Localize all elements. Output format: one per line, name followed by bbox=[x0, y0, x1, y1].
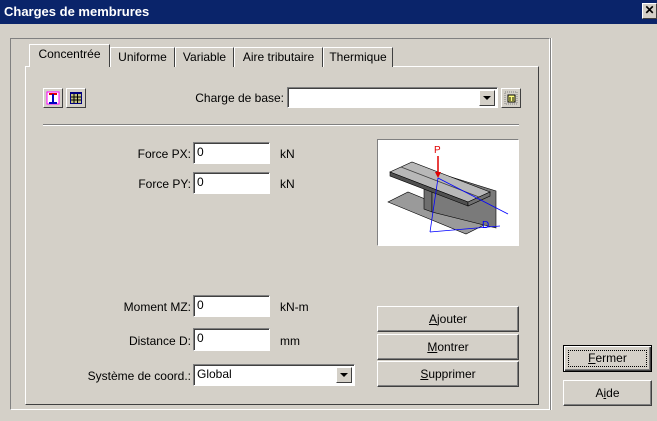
tab-label: Aire tributaire bbox=[242, 50, 315, 64]
close-icon: ✕ bbox=[644, 3, 655, 17]
btn-text: upprimer bbox=[428, 367, 476, 381]
force-px-value: 0 bbox=[197, 145, 204, 159]
chevron-down-icon bbox=[483, 96, 491, 100]
distance-d-unit: mm bbox=[280, 334, 300, 348]
base-load-select[interactable] bbox=[287, 87, 498, 108]
dropdown-arrow[interactable] bbox=[336, 367, 352, 383]
moment-mz-value: 0 bbox=[197, 298, 204, 312]
moment-mz-label: Moment MZ: bbox=[123, 300, 191, 314]
vertical-separator bbox=[550, 38, 552, 410]
diagram-d-label: D bbox=[482, 220, 489, 231]
dropdown-arrow[interactable] bbox=[479, 90, 495, 106]
diagram-p-label: P bbox=[434, 145, 441, 156]
btn-text: M bbox=[427, 340, 438, 354]
tab-aire-tributaire[interactable]: Aire tributaire bbox=[234, 47, 323, 67]
pattern-icon bbox=[504, 91, 518, 105]
force-py-value: 0 bbox=[197, 175, 204, 189]
moment-mz-unit: kN-m bbox=[280, 300, 309, 314]
force-px-input[interactable]: 0 bbox=[193, 142, 270, 164]
supprimer-button[interactable]: Supprimer bbox=[377, 361, 519, 387]
tab-concentree[interactable]: Concentrée bbox=[29, 44, 110, 67]
tab-label: Thermique bbox=[329, 50, 387, 64]
close-button[interactable]: ✕ bbox=[642, 3, 657, 19]
coord-system-value: Global bbox=[197, 367, 232, 381]
tab-label: Uniforme bbox=[118, 50, 167, 64]
window-title: Charges de membrures bbox=[4, 4, 150, 19]
force-px-label: Force PX: bbox=[137, 147, 191, 161]
force-py-unit: kN bbox=[280, 177, 295, 191]
table-button[interactable] bbox=[66, 88, 86, 108]
moment-mz-input[interactable]: 0 bbox=[193, 295, 270, 317]
tab-thermique[interactable]: Thermique bbox=[323, 47, 393, 67]
tab-label: Variable bbox=[182, 50, 227, 64]
divider bbox=[43, 124, 519, 126]
force-py-input[interactable]: 0 bbox=[193, 172, 270, 194]
table-icon bbox=[70, 92, 82, 104]
fermer-button[interactable]: Fermer bbox=[563, 345, 652, 372]
btn-text: ontrer bbox=[437, 340, 469, 354]
load-diagram: P D bbox=[377, 139, 519, 246]
distance-d-label: Distance D: bbox=[128, 334, 191, 348]
pattern-button[interactable] bbox=[501, 88, 521, 108]
btn-text: de bbox=[606, 386, 620, 400]
force-py-label: Force PY: bbox=[138, 177, 191, 191]
tab-variable[interactable]: Variable bbox=[175, 47, 234, 67]
coord-system-label: Système de coord.: bbox=[87, 369, 191, 383]
montrer-button[interactable]: Montrer bbox=[377, 334, 519, 360]
member-diagram-icon bbox=[46, 91, 60, 105]
ajouter-button[interactable]: Ajouter bbox=[377, 306, 519, 332]
coord-system-select[interactable]: Global bbox=[193, 364, 355, 386]
distance-d-value: 0 bbox=[197, 331, 204, 345]
force-px-unit: kN bbox=[280, 147, 295, 161]
member-diagram-button[interactable] bbox=[43, 88, 63, 108]
focus-rect bbox=[568, 350, 647, 367]
btn-text: jouter bbox=[436, 312, 468, 326]
distance-d-input[interactable]: 0 bbox=[193, 328, 270, 351]
aide-button[interactable]: Aide bbox=[563, 380, 652, 406]
chevron-down-icon bbox=[340, 373, 348, 377]
base-load-label: Charge de base: bbox=[195, 91, 284, 105]
btn-text: A bbox=[428, 312, 437, 326]
tab-uniforme[interactable]: Uniforme bbox=[110, 47, 175, 67]
tab-label: Concentrée bbox=[38, 47, 101, 61]
